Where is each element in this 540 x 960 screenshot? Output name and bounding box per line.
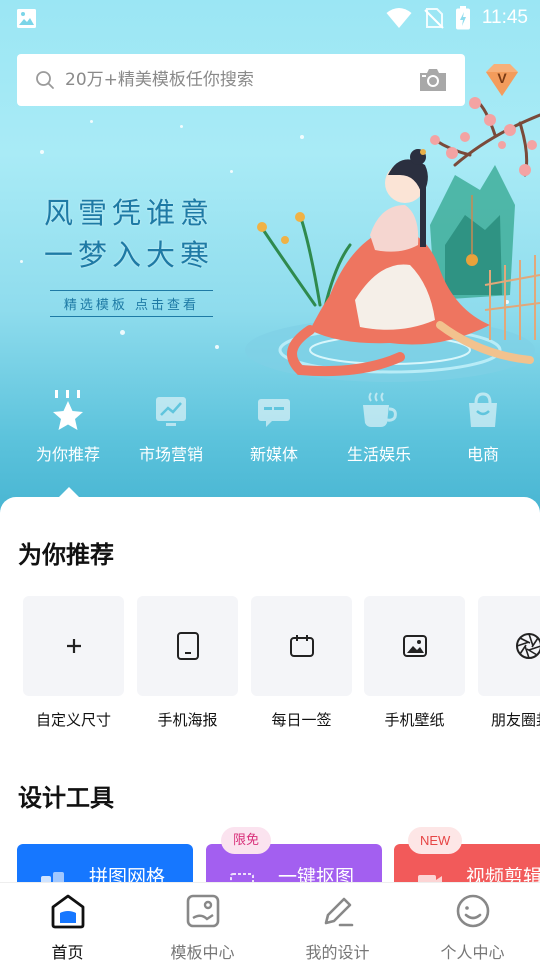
recommend-item-phone-wallpaper[interactable]: 手机壁纸: [364, 596, 465, 730]
search-icon: [36, 71, 54, 89]
calendar-icon: [289, 635, 314, 657]
nav-tab-my-designs[interactable]: 我的设计: [270, 889, 405, 960]
phone-icon: [176, 632, 199, 660]
chart-icon: [156, 397, 186, 426]
tools-section-title: 设计工具: [18, 784, 114, 812]
tool-collage-grid[interactable]: 拼图网格: [17, 844, 193, 887]
recommend-label: 自定义尺寸: [35, 711, 111, 729]
recommend-section-title: 为你推荐: [18, 541, 114, 569]
recommend-tile: [478, 596, 540, 696]
user-icon: [456, 894, 489, 928]
free-badge: 限免: [221, 827, 272, 854]
category-tab-ecommerce[interactable]: 电商: [431, 385, 535, 465]
category-label: 为你推荐: [35, 445, 100, 464]
no-sim-icon: [424, 8, 444, 29]
category-label: 电商: [466, 445, 499, 464]
wifi-icon: [386, 8, 412, 28]
new-badge: NEW: [408, 827, 463, 854]
recommend-item-custom-size[interactable]: 自定义尺寸: [23, 596, 124, 730]
category-tab-recommend[interactable]: 为你推荐: [16, 385, 120, 465]
nav-label: 我的设计: [305, 943, 370, 960]
nav-tab-profile[interactable]: 个人中心: [405, 889, 540, 960]
recommend-label: 手机壁纸: [384, 711, 445, 729]
category-active-indicator: [59, 487, 79, 497]
status-time: 11:45: [481, 7, 528, 28]
category-tab-marketing[interactable]: 市场营销: [119, 385, 223, 465]
nav-label: 个人中心: [440, 943, 505, 960]
image-icon: [402, 635, 427, 657]
nav-label: 模板中心: [170, 943, 235, 960]
recommend-tile: [23, 596, 124, 696]
recommend-list: 自定义尺寸 手机海报 每日一签 手机壁纸 朋友圈封面: [23, 596, 540, 736]
coffee-icon: [363, 392, 397, 427]
nav-tab-home[interactable]: 首页: [0, 889, 135, 960]
nav-label: 首页: [51, 943, 84, 960]
shopping-bag-icon: [469, 392, 497, 427]
banner-illustration: [245, 97, 540, 382]
banner-line-1: 风雪凭谁意: [44, 196, 215, 230]
star-icon: [53, 390, 83, 430]
battery-icon: [455, 6, 470, 30]
status-bar: 11:45: [0, 0, 540, 36]
category-label: 市场营销: [138, 445, 203, 464]
svg-text:V: V: [497, 70, 507, 86]
recommend-tile: [251, 596, 352, 696]
pen-icon: [324, 897, 353, 927]
recommend-item-phone-poster[interactable]: 手机海报: [137, 596, 238, 730]
search-bar[interactable]: [17, 54, 465, 106]
banner-headline: 风雪凭谁意 一梦入大寒: [44, 192, 214, 276]
recommend-label: 手机海报: [157, 711, 218, 729]
recommend-item-moments-cover[interactable]: 朋友圈封面: [478, 596, 540, 730]
hero-banner[interactable]: 11:45 V 风雪凭谁意 一梦入大寒 精选模板 点击查看: [0, 0, 540, 515]
message-icon: [258, 399, 290, 427]
recommend-tile: [364, 596, 465, 696]
nav-tab-templates[interactable]: 模板中心: [135, 889, 270, 960]
category-tab-new-media[interactable]: 新媒体: [222, 385, 326, 465]
banner-cta[interactable]: 精选模板 点击查看: [50, 290, 213, 317]
banner-line-2: 一梦入大寒: [44, 238, 215, 272]
gallery-notification-icon: [17, 9, 36, 28]
template-icon: [186, 894, 219, 928]
vip-badge-icon[interactable]: V: [482, 62, 522, 98]
recommend-label: 每日一签: [271, 711, 332, 729]
plus-icon: [66, 639, 81, 653]
camera-icon[interactable]: [417, 66, 449, 94]
aperture-icon: [515, 633, 540, 659]
category-tab-lifestyle[interactable]: 生活娱乐: [327, 385, 431, 465]
search-input[interactable]: [65, 70, 417, 90]
home-icon: [51, 894, 84, 929]
category-label: 生活娱乐: [346, 445, 411, 464]
recommend-tile: [137, 596, 238, 696]
content-sheet: 为你推荐 自定义尺寸 手机海报 每日一签 手机壁纸 朋友圈 设计工具 拼图网格 …: [0, 497, 540, 887]
recommend-item-daily-sign[interactable]: 每日一签: [251, 596, 352, 730]
category-label: 新媒体: [249, 445, 298, 464]
recommend-label: 朋友圈封面: [490, 711, 540, 729]
bottom-nav: 首页 模板中心 我的设计 个人中心: [0, 882, 540, 960]
category-nav: 为你推荐 市场营销 新媒体 生活娱乐 电商: [0, 385, 540, 480]
